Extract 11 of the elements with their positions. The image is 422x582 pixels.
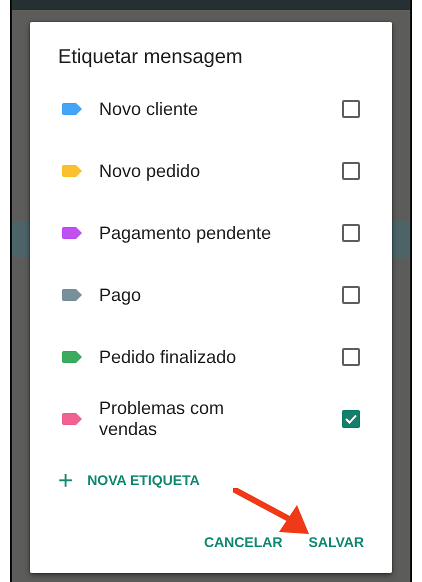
save-button[interactable]: SALVAR xyxy=(298,526,374,558)
label-name: Problemas com vendas xyxy=(99,398,226,440)
plus-icon: + xyxy=(58,470,74,490)
new-label-button[interactable]: + NOVA ETIQUETA xyxy=(58,466,200,494)
label-name: Novo pedido xyxy=(99,160,200,182)
label-name: Pago xyxy=(99,284,142,306)
label-name: Pagamento pendente xyxy=(99,222,272,244)
cancel-button[interactable]: CANCELAR xyxy=(194,526,293,558)
label-name: Novo cliente xyxy=(99,98,198,120)
label-name: Pedido finalizado xyxy=(99,346,236,368)
dialog-title: Etiquetar mensagem xyxy=(58,46,244,70)
